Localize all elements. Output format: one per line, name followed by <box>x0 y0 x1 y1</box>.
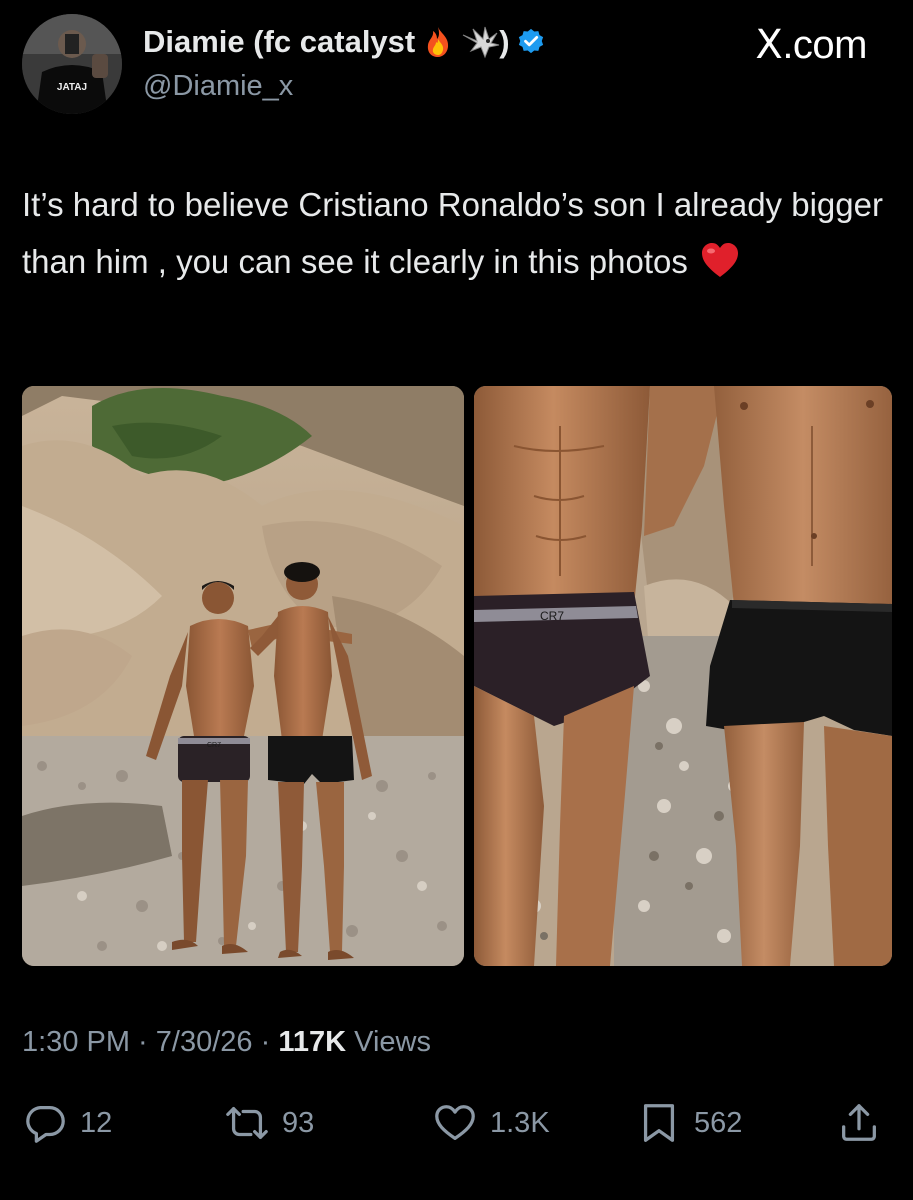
tweet-meta: 1:30 PM · 7/30/26 · 117K Views <box>22 1026 431 1059</box>
eagle-icon <box>461 25 500 59</box>
meta-separator: · <box>252 1026 279 1058</box>
reply-icon <box>26 1106 65 1143</box>
meta-separator: · <box>130 1026 156 1058</box>
display-name-text: Diamie (fc catalyst <box>143 24 416 59</box>
like-count: 1.3K <box>490 1106 550 1139</box>
share-button[interactable] <box>836 1098 882 1148</box>
reply-button[interactable]: 12 <box>22 1098 112 1148</box>
fire-icon <box>421 25 455 59</box>
waistband-text-left: CR7 <box>207 742 221 749</box>
user-handle[interactable]: @Diamie_x <box>143 70 293 103</box>
x-brand-logo: X.com <box>755 22 867 68</box>
bookmark-count: 562 <box>694 1106 743 1139</box>
views-count: 117K <box>278 1026 347 1058</box>
tweet-header: JATAJ Diamie (fc catalyst ) @Diamie_x X. <box>0 0 913 120</box>
tweet-body: It’s hard to believe Cristiano Ronaldo’s… <box>22 176 892 290</box>
tweet-time[interactable]: 1:30 PM <box>22 1026 130 1058</box>
like-button[interactable]: 1.3K <box>432 1098 550 1148</box>
red-heart-icon <box>700 241 740 281</box>
waistband-text-right: CR7 <box>540 609 564 623</box>
bookmark-icon <box>643 1104 675 1142</box>
media-photo-right[interactable]: CR7 <box>474 386 892 966</box>
tweet-text: It’s hard to believe Cristiano Ronaldo’s… <box>22 186 883 280</box>
verified-badge-icon <box>516 27 546 57</box>
repost-count: 93 <box>282 1106 315 1139</box>
avatar-image: JATAJ <box>22 14 122 114</box>
display-name-close: ) <box>499 24 510 59</box>
share-icon <box>842 1104 876 1141</box>
media-photo-left[interactable]: CR7 <box>22 386 464 966</box>
bookmark-button[interactable]: 562 <box>636 1098 742 1148</box>
views-label: Views <box>346 1026 431 1058</box>
avatar-shirt-text: JATAJ <box>57 82 87 93</box>
action-bar: 12 93 1.3K 562 <box>0 1098 913 1148</box>
repost-icon <box>226 1106 268 1140</box>
reply-count: 12 <box>80 1106 113 1139</box>
brand-suffix: .com <box>782 23 867 67</box>
tweet-date[interactable]: 7/30/26 <box>156 1026 253 1058</box>
heart-icon <box>435 1105 475 1140</box>
x-logo-glyph: X <box>755 22 783 68</box>
display-name[interactable]: Diamie (fc catalyst ) <box>143 24 546 60</box>
avatar[interactable]: JATAJ <box>22 14 122 114</box>
photo-closeup-torsos: CR7 <box>474 386 892 966</box>
photo-two-people-beach: CR7 <box>22 386 464 966</box>
repost-button[interactable]: 93 <box>224 1098 314 1148</box>
